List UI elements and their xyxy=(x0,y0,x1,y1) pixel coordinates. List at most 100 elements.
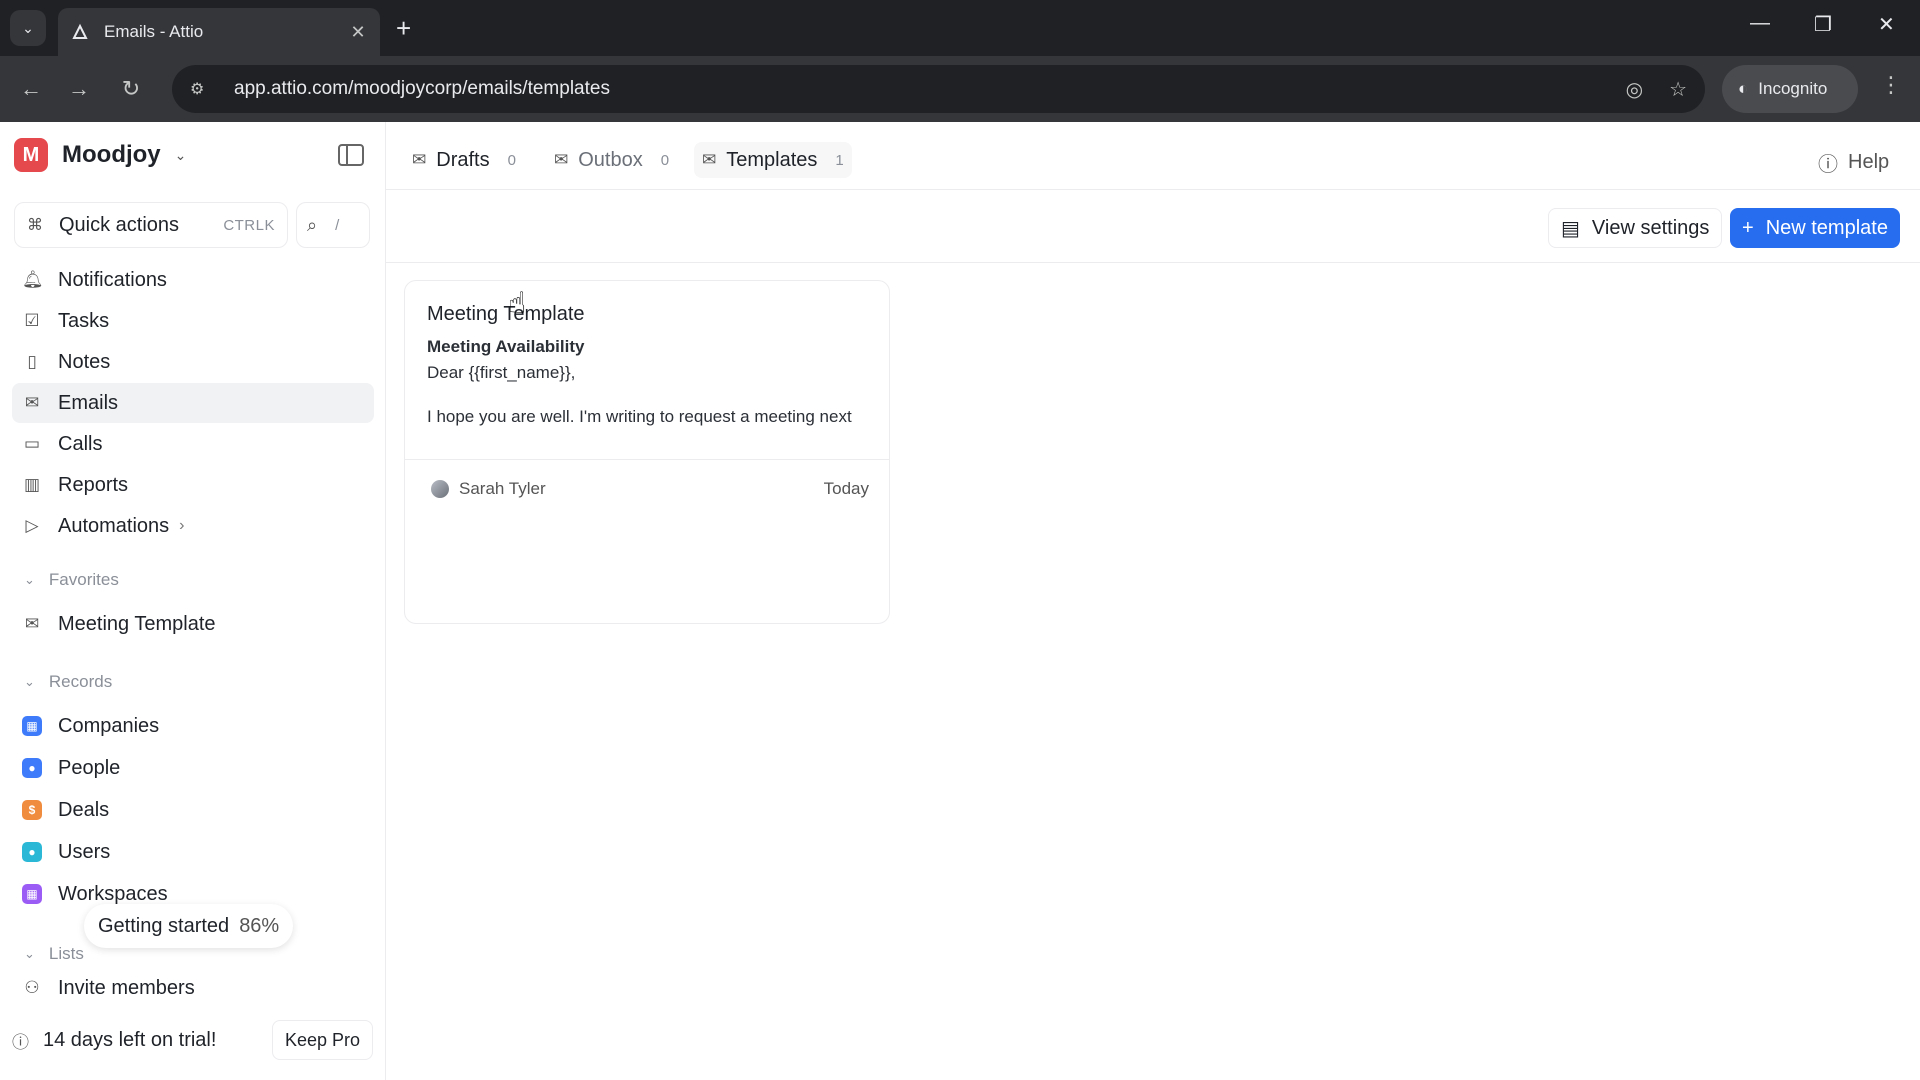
sidebar-item-calls[interactable]: ▭ Calls xyxy=(12,424,374,464)
chevron-down-icon: ⌄ xyxy=(24,674,35,689)
sidebar-item-users[interactable]: ● Users xyxy=(12,832,374,872)
sidebar-item-notes[interactable]: ▯ Notes xyxy=(12,342,374,382)
divider xyxy=(386,262,1920,263)
template-icon: ✉ xyxy=(24,614,40,633)
quick-actions-button[interactable]: ⌘ Quick actions CTRLK xyxy=(14,202,288,248)
search-button[interactable]: ⌕ / xyxy=(296,202,370,248)
chevron-down-icon: ⌄ xyxy=(22,19,34,36)
favorites-label: Favorites xyxy=(48,570,119,589)
favorite-item-meeting-template[interactable]: ✉ Meeting Template xyxy=(12,604,374,644)
template-title: Meeting Template xyxy=(427,303,585,325)
sidebar: M Moodjoy ⌄ ⌘ Quick actions CTRLK ⌕ / 🔔︎… xyxy=(0,122,386,1080)
restore-icon[interactable]: ❐ xyxy=(1814,12,1832,37)
close-window-icon[interactable]: ✕ xyxy=(1878,12,1895,37)
chevron-down-icon: ⌄ xyxy=(24,946,35,961)
bell-icon: 🔔︎ xyxy=(22,270,44,289)
tab-drafts[interactable]: ✉ Drafts 0 xyxy=(404,142,524,178)
sidebar-item-label: Automations xyxy=(58,514,170,537)
favorite-item-label: Meeting Template xyxy=(58,612,216,635)
getting-started-label: Getting started xyxy=(98,914,230,937)
workspace-name: Moodjoy xyxy=(62,141,161,168)
sidebar-item-tasks[interactable]: ☑ Tasks xyxy=(12,301,374,341)
invite-members-button[interactable]: ⚇ Invite members xyxy=(12,968,374,1008)
sidebar-item-label: Deals xyxy=(58,798,110,821)
sidebar-item-automations[interactable]: ▷ Automations › xyxy=(12,506,374,546)
companies-icon: ▦ xyxy=(22,716,42,736)
browser-tab[interactable]: Emails - Attio ✕ xyxy=(58,8,380,56)
favorites-section-header[interactable]: ⌄ Favorites xyxy=(24,570,119,590)
sidebar-item-notifications[interactable]: 🔔︎ Notifications xyxy=(12,260,374,300)
people-icon: ● xyxy=(22,758,42,778)
lists-label: Lists xyxy=(48,944,84,963)
tab-label: Templates xyxy=(726,148,818,171)
info-icon: ⓘ xyxy=(12,1033,29,1052)
eye-off-icon[interactable]: ◎ xyxy=(1626,77,1643,102)
lists-section-header[interactable]: ⌄ Lists xyxy=(24,944,84,964)
sidebar-item-people[interactable]: ● People xyxy=(12,748,374,788)
url-text[interactable]: app.attio.com/moodjoycorp/emails/templat… xyxy=(234,78,1600,100)
incognito-badge[interactable]: ◐ Incognito xyxy=(1722,65,1858,113)
tab-label: Outbox xyxy=(578,148,643,171)
records-section-header[interactable]: ⌄ Records xyxy=(24,672,112,692)
workspaces-icon: ▦ xyxy=(22,884,42,904)
reload-icon[interactable]: ↻ xyxy=(114,72,148,106)
new-template-label: New template xyxy=(1765,216,1888,239)
sidebar-item-label: Workspaces xyxy=(58,882,168,905)
chevron-right-icon: › xyxy=(179,517,185,534)
star-icon[interactable]: ☆ xyxy=(1669,77,1687,102)
checkbox-icon: ☑ xyxy=(24,311,40,330)
keep-pro-button[interactable]: Keep Pro xyxy=(272,1020,374,1060)
sidebar-item-label: Notes xyxy=(58,350,111,373)
tab-count: 0 xyxy=(507,151,516,169)
trial-notice: ⓘ 14 days left on trial! xyxy=(12,1028,216,1053)
tab-close-icon[interactable]: ✕ xyxy=(348,22,368,43)
workspace-switcher[interactable]: M Moodjoy ⌄ xyxy=(14,138,186,172)
app: M Moodjoy ⌄ ⌘ Quick actions CTRLK ⌕ / 🔔︎… xyxy=(0,122,1920,1080)
sidebar-item-companies[interactable]: ▦ Companies xyxy=(12,706,374,746)
tab-outbox[interactable]: ✉ Outbox 0 xyxy=(546,142,677,178)
incognito-icon: ◐ xyxy=(1738,79,1749,98)
plus-icon: + xyxy=(1742,216,1754,239)
help-icon: ⓘ xyxy=(1818,154,1838,176)
divider xyxy=(405,459,889,460)
sidebar-item-emails[interactable]: ✉ Emails xyxy=(12,383,374,423)
tab-count: 0 xyxy=(660,151,670,169)
outbox-icon: ✉ xyxy=(554,150,569,169)
help-label: Help xyxy=(1848,151,1890,173)
tab-templates[interactable]: ✉ Templates 1 xyxy=(694,142,852,178)
new-tab-button[interactable]: + xyxy=(396,14,411,42)
view-settings-button[interactable]: ▤ View settings xyxy=(1548,208,1723,248)
sidebar-item-label: Notifications xyxy=(58,268,167,291)
new-template-button[interactable]: + New template xyxy=(1730,208,1900,248)
trial-label: 14 days left on trial! xyxy=(43,1029,217,1051)
site-settings-icon[interactable]: ⚙ xyxy=(190,79,214,99)
search-icon: ⌕ xyxy=(307,214,318,235)
command-icon: ⌘ xyxy=(27,217,43,234)
avatar xyxy=(431,480,449,498)
author-name: Sarah Tyler xyxy=(459,479,546,498)
help-button[interactable]: ⓘ Help xyxy=(1818,148,1889,177)
draft-icon: ✉ xyxy=(412,150,427,169)
browser-menu-icon[interactable]: ⋮ xyxy=(1880,72,1902,98)
email-tabs: ✉ Drafts 0 ✉ Outbox 0 ✉ Templates 1 ⓘ He… xyxy=(386,122,1920,190)
address-bar[interactable]: ⚙ app.attio.com/moodjoycorp/emails/templ… xyxy=(172,65,1705,113)
tab-list-button[interactable]: ⌄ xyxy=(10,10,46,46)
attio-favicon-icon xyxy=(70,21,92,43)
template-preview-body: I hope you are well. I'm writing to requ… xyxy=(427,407,852,426)
template-card[interactable]: Meeting Template Meeting Availability De… xyxy=(404,280,890,624)
getting-started-button[interactable]: Getting started 86% xyxy=(84,904,294,948)
sidebar-item-label: Users xyxy=(58,840,111,863)
sidebar-item-label: Calls xyxy=(58,432,103,455)
sidebar-item-deals[interactable]: $ Deals xyxy=(12,790,374,830)
sidebar-item-label: Tasks xyxy=(58,309,110,332)
sidebar-item-label: Reports xyxy=(58,473,129,496)
tab-label: Drafts xyxy=(436,148,490,171)
quick-actions-shortcut: CTRLK xyxy=(223,216,275,234)
mail-icon: ✉ xyxy=(24,393,40,412)
forward-icon[interactable]: → xyxy=(62,72,96,106)
back-icon[interactable]: ← xyxy=(14,72,48,106)
sidebar-item-reports[interactable]: ▥ Reports xyxy=(12,465,374,505)
hand-cursor-icon: ☝ xyxy=(508,287,527,320)
sidebar-toggle-icon[interactable] xyxy=(338,144,364,166)
minimize-icon[interactable]: — xyxy=(1750,12,1770,35)
